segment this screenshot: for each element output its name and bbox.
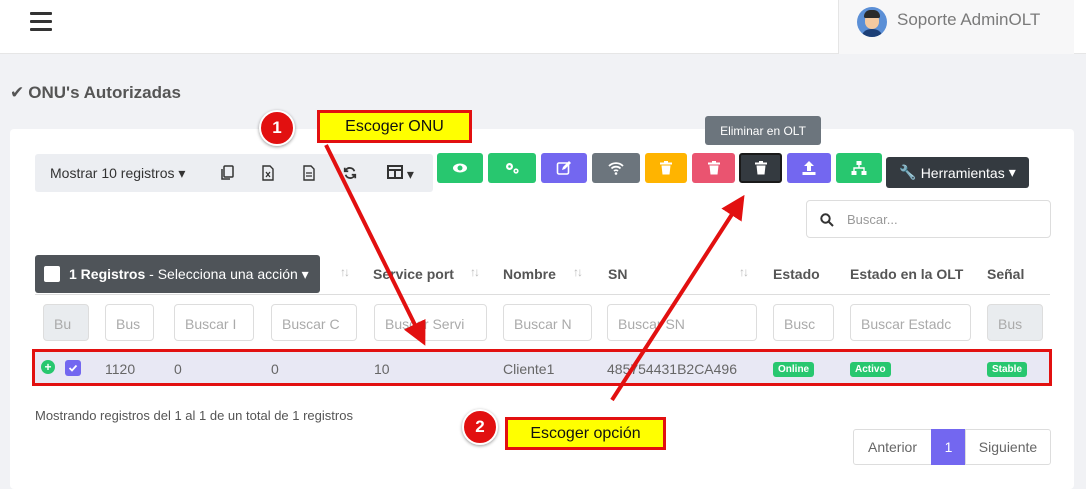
check-icon: ✔ — [10, 83, 25, 102]
cell-id: 1120 — [105, 361, 136, 377]
sort-icon[interactable]: ↑↓ — [470, 265, 480, 279]
check-icon — [68, 364, 78, 372]
filter-input[interactable]: Buscar Servi — [374, 304, 487, 341]
cell-sn: 485754431B2CA496 — [607, 361, 738, 377]
sort-icon[interactable]: ↑↓ — [739, 265, 749, 279]
step-callout: Escoger opción — [505, 417, 666, 450]
delete-red-button[interactable] — [692, 153, 735, 183]
pagination-page[interactable]: 1 — [931, 429, 966, 465]
view-button[interactable] — [437, 153, 483, 183]
step-number: 1 — [259, 110, 295, 146]
cell-value: 0 — [174, 361, 182, 377]
excel-icon[interactable] — [261, 165, 275, 181]
th-senal[interactable]: Señal — [987, 266, 1024, 282]
columns-icon — [387, 165, 403, 179]
edit-icon — [556, 161, 571, 175]
network-button[interactable] — [836, 153, 882, 183]
tools-dropdown-button[interactable]: 🔧 Herramientas ▾ — [886, 157, 1029, 188]
pdf-icon[interactable] — [302, 165, 316, 181]
filter-input[interactable]: Buscar N — [503, 304, 592, 341]
filter-input[interactable]: Buscar C — [271, 304, 357, 341]
filter-input[interactable]: Bus — [987, 304, 1043, 341]
columns-dropdown[interactable]: ▾ — [387, 165, 414, 183]
copy-icon[interactable] — [220, 165, 234, 181]
row-checkbox[interactable] — [65, 360, 81, 376]
delete-in-olt-button[interactable] — [739, 153, 782, 183]
signal-badge: Stable — [987, 362, 1028, 377]
pagination-prev[interactable]: Anterior — [853, 429, 932, 465]
user-menu[interactable]: Soporte AdminOLT — [838, 0, 1074, 54]
delete-yellow-button[interactable] — [645, 153, 687, 183]
wifi-button[interactable] — [592, 153, 640, 183]
th-service-port[interactable]: Service port — [373, 266, 454, 282]
trash-icon — [754, 161, 767, 175]
status-badge: Activo — [850, 362, 891, 377]
cell-service-port: 10 — [374, 361, 390, 377]
th-estado-olt[interactable]: Estado en la OLT — [850, 266, 963, 282]
status-badge: Online — [773, 362, 815, 377]
filter-input[interactable]: Buscar I — [174, 304, 254, 341]
sort-icon[interactable]: ↑↓ — [573, 265, 583, 279]
filter-input[interactable]: Busc — [773, 304, 834, 341]
th-nombre[interactable]: Nombre — [503, 266, 556, 282]
show-records-dropdown[interactable]: Mostrar 10 registros ▾ — [50, 165, 185, 182]
eye-icon — [453, 163, 467, 173]
select-all-checkbox[interactable] — [44, 266, 60, 282]
edit-button[interactable] — [541, 153, 587, 183]
th-sn[interactable]: SN — [608, 266, 627, 282]
upload-button[interactable] — [787, 153, 831, 183]
filter-input[interactable]: Bu — [43, 304, 89, 341]
records-info: Mostrando registros del 1 al 1 de un tot… — [35, 408, 353, 423]
gears-icon — [506, 163, 519, 174]
th-estado[interactable]: Estado — [773, 266, 820, 282]
trash-icon — [707, 161, 720, 175]
pagination-next[interactable]: Siguiente — [965, 429, 1051, 465]
refresh-icon[interactable] — [343, 165, 357, 181]
cell-value: 0 — [271, 361, 279, 377]
config-button[interactable] — [488, 153, 536, 183]
expand-icon[interactable]: + — [41, 360, 55, 374]
user-name: Soporte AdminOLT — [897, 10, 1041, 29]
top-bar: Soporte AdminOLT — [0, 0, 1086, 54]
trash-icon — [660, 161, 672, 175]
wrench-icon: 🔧 — [899, 164, 917, 180]
table-toolbar: Mostrar 10 registros ▾ ▾ — [35, 154, 433, 192]
upload-icon — [802, 161, 816, 175]
divider — [35, 294, 1050, 295]
filter-input[interactable]: Buscar SN — [607, 304, 757, 341]
search-input[interactable]: Buscar... — [806, 200, 1051, 238]
avatar — [857, 7, 887, 37]
sort-icon[interactable]: ↑↓ — [340, 265, 350, 279]
filter-input[interactable]: Buscar Estadc — [850, 304, 971, 341]
menu-icon[interactable] — [30, 12, 52, 34]
page-title: ✔ ONU's Autorizadas — [10, 83, 181, 102]
step-number: 2 — [462, 409, 498, 445]
selection-bar[interactable]: 1 Registros - Selecciona una acción ▾ — [35, 255, 320, 293]
cell-nombre: Cliente1 — [503, 361, 555, 377]
sitemap-icon — [851, 161, 867, 175]
search-icon — [820, 213, 834, 227]
tooltip: Eliminar en OLT — [705, 116, 821, 145]
step-callout: Escoger ONU — [317, 110, 472, 143]
filter-input[interactable]: Bus — [105, 304, 154, 341]
wifi-icon — [608, 162, 624, 175]
